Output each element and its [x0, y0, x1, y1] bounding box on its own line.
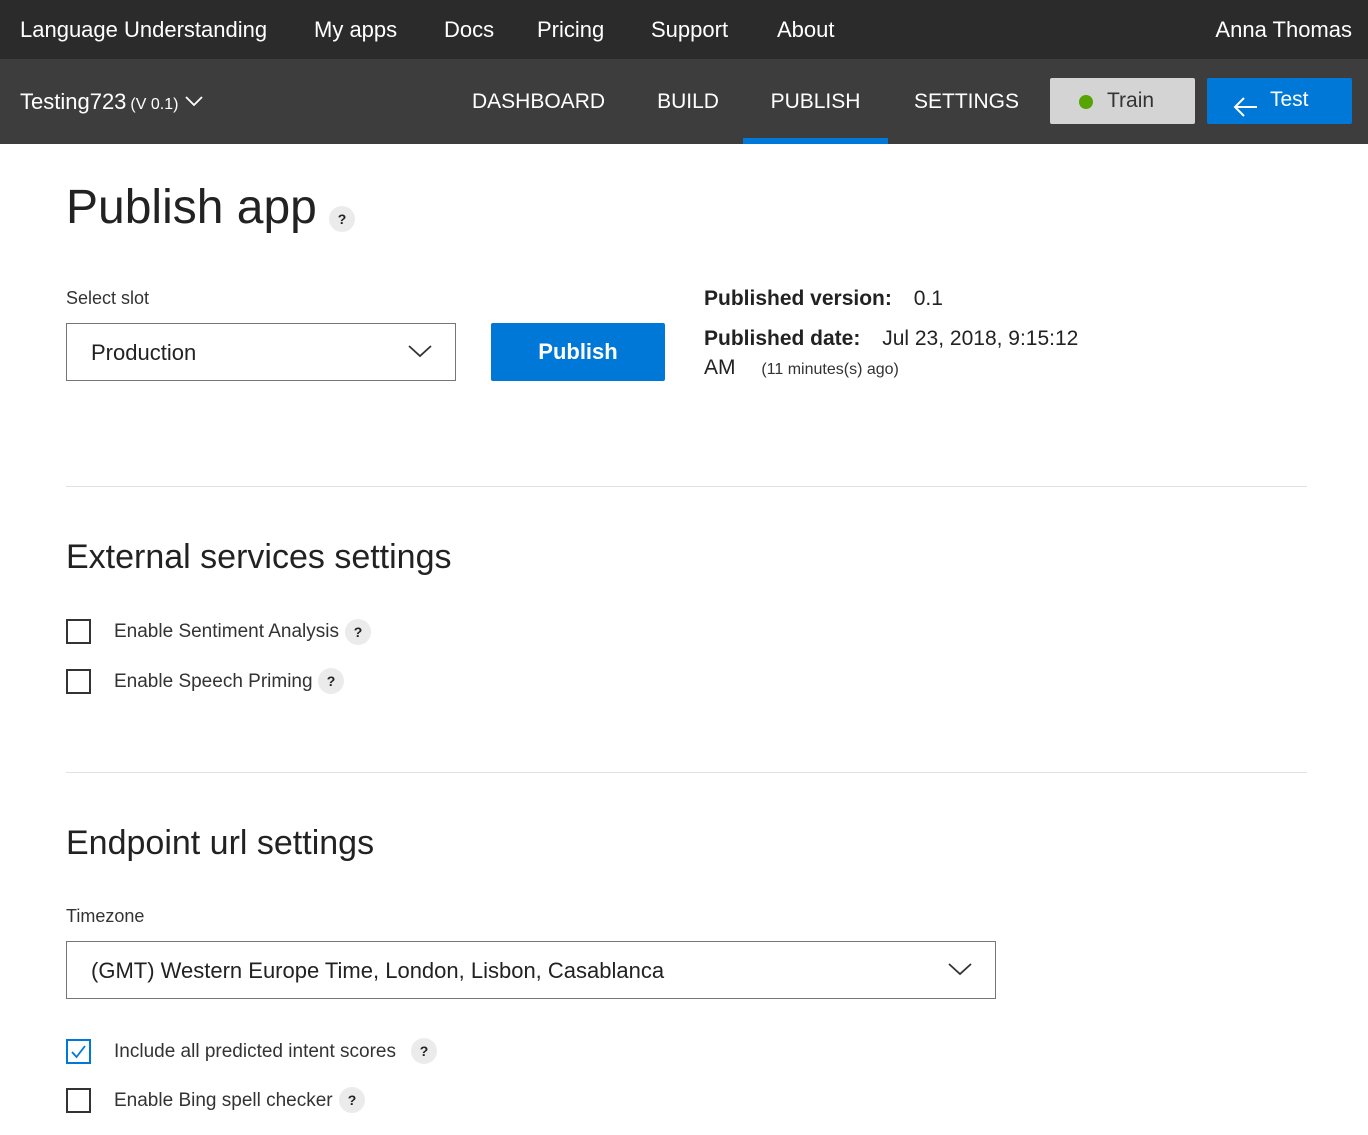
app-name: Testing723 [20, 89, 127, 114]
help-icon[interactable]: ? [345, 619, 371, 645]
slot-select[interactable]: Production [66, 323, 456, 381]
tab-settings[interactable]: SETTINGS [914, 59, 1019, 144]
intent-scores-option[interactable]: Include all predicted intent scores [66, 1039, 406, 1065]
page-title: Publish app [66, 181, 317, 234]
nav-about[interactable]: About [777, 0, 835, 59]
help-icon[interactable]: ? [318, 668, 344, 694]
timezone-label: Timezone [66, 906, 145, 926]
help-icon[interactable]: ? [339, 1087, 365, 1113]
published-ago: (11 minutes(s) ago) [761, 361, 899, 378]
bing-spell-checker-label: Enable Bing spell checker [114, 1090, 333, 1111]
timezone-select[interactable]: (GMT) Western Europe Time, London, Lisbo… [66, 941, 996, 999]
chevron-down-icon [948, 962, 972, 976]
test-button[interactable]: Test [1207, 78, 1352, 124]
nav-my-apps[interactable]: My apps [314, 0, 397, 59]
timezone-select-value: (GMT) Western Europe Time, London, Lisbo… [91, 958, 665, 983]
divider [66, 772, 1307, 773]
chevron-down-icon [185, 60, 203, 145]
help-icon[interactable]: ? [411, 1038, 437, 1064]
user-name[interactable]: Anna Thomas [1215, 0, 1352, 59]
app-version: (V 0.1) [130, 96, 179, 113]
speech-priming-checkbox[interactable] [66, 669, 91, 694]
bing-spell-checker-checkbox[interactable] [66, 1088, 91, 1113]
app-nav: Testing723 (V 0.1) DASHBOARD BUILD PUBLIS… [0, 59, 1368, 144]
top-nav: Language Understanding My apps Docs Pric… [0, 0, 1368, 59]
brand-link[interactable]: Language Understanding [20, 0, 267, 59]
train-button[interactable]: Train [1050, 78, 1195, 124]
external-services-title: External services settings [66, 538, 452, 576]
help-icon[interactable]: ? [329, 206, 355, 232]
slot-select-value: Production [91, 340, 197, 365]
select-slot-label: Select slot [66, 288, 150, 308]
tab-build[interactable]: BUILD [657, 59, 719, 144]
bing-spell-checker-option[interactable]: Enable Bing spell checker [66, 1088, 336, 1114]
train-status-indicator [1079, 95, 1093, 109]
published-version-label: Published version: [704, 287, 892, 310]
test-button-label: Test [1270, 88, 1309, 111]
published-date-value: Jul 23, 2018, 9:15:12 [882, 327, 1079, 350]
divider [66, 486, 1307, 487]
intent-scores-checkbox[interactable] [66, 1039, 91, 1064]
published-date-cont: AM (11 minutes(s) ago) [704, 356, 899, 380]
published-date-label: Published date: [704, 327, 861, 350]
published-date: Published date: Jul 23, 2018, 9:15:12 [704, 327, 1078, 351]
sentiment-analysis-label: Enable Sentiment Analysis [114, 621, 339, 642]
published-version: Published version: 0.1 [704, 287, 943, 311]
nav-support[interactable]: Support [651, 0, 728, 59]
publish-button[interactable]: Publish [491, 323, 665, 381]
train-button-label: Train [1107, 89, 1155, 112]
arrow-left-icon [1233, 90, 1259, 134]
published-version-value: 0.1 [913, 287, 943, 310]
endpoint-settings-title: Endpoint url settings [66, 824, 375, 862]
published-date-ampm: AM [704, 356, 736, 379]
intent-scores-label: Include all predicted intent scores [114, 1041, 396, 1062]
speech-priming-label: Enable Speech Priming [114, 671, 313, 692]
checkmark-icon [71, 1045, 86, 1059]
nav-docs[interactable]: Docs [444, 0, 494, 59]
tab-publish[interactable]: PUBLISH [743, 59, 888, 144]
app-selector[interactable]: Testing723 (V 0.1) [20, 59, 203, 144]
sentiment-analysis-checkbox[interactable] [66, 619, 91, 644]
tab-dashboard[interactable]: DASHBOARD [472, 59, 605, 144]
sentiment-analysis-option[interactable]: Enable Sentiment Analysis [66, 619, 386, 645]
chevron-down-icon [408, 344, 432, 358]
nav-pricing[interactable]: Pricing [537, 0, 604, 59]
